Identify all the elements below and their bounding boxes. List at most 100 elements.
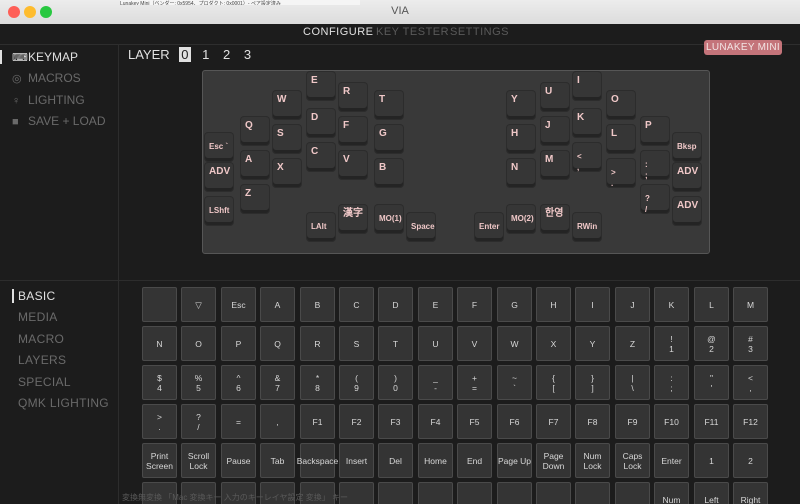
keymap-key[interactable]: A (241, 151, 269, 179)
keymap-key[interactable]: Y (507, 91, 535, 119)
keymap-key[interactable]: Q (241, 117, 269, 145)
keycode-button[interactable]: F9 (615, 404, 650, 439)
keycode-button[interactable]: End (457, 443, 492, 478)
keycode-button[interactable]: Num (654, 482, 689, 504)
keycode-button[interactable]: ? / (181, 404, 216, 439)
keycode-button[interactable]: G (497, 287, 532, 322)
keymap-key[interactable]: L (607, 125, 635, 153)
keymap-key[interactable]: C (307, 143, 335, 171)
keymap-key[interactable]: J (541, 117, 569, 145)
category-qmk-lighting[interactable]: QMK LIGHTING (18, 394, 109, 412)
keycode-button[interactable] (457, 482, 492, 504)
keycode-button[interactable]: D (378, 287, 413, 322)
keymap-key[interactable]: P (641, 117, 669, 145)
keycode-button[interactable]: I (575, 287, 610, 322)
sidebar-item-macros[interactable]: ◎ MACROS (12, 69, 81, 87)
keycode-button[interactable]: Page Down (536, 443, 571, 478)
keycode-button[interactable]: , (260, 404, 295, 439)
keycode-button[interactable]: ! 1 (654, 326, 689, 361)
keycode-button[interactable]: Right (733, 482, 768, 504)
keycode-button[interactable]: E (418, 287, 453, 322)
keycode-button[interactable]: _ - (418, 365, 453, 400)
keymap-key[interactable]: M (541, 151, 569, 179)
keymap-key[interactable]: W (273, 91, 301, 119)
keycode-button[interactable]: C (339, 287, 374, 322)
keymap-key[interactable]: Esc ` (205, 133, 233, 161)
keymap-key[interactable]: ADV (673, 163, 701, 191)
keycode-button[interactable]: F12 (733, 404, 768, 439)
keycode-button[interactable]: Z (615, 326, 650, 361)
keymap-key[interactable]: G (375, 125, 403, 153)
keycode-button[interactable]: Backspace (297, 443, 338, 478)
keycode-button[interactable]: J (615, 287, 650, 322)
category-media[interactable]: MEDIA (18, 308, 58, 326)
keycode-button[interactable]: { [ (536, 365, 571, 400)
keycode-button[interactable]: Num Lock (575, 443, 610, 478)
keycode-button[interactable]: B (300, 287, 335, 322)
keycode-button[interactable]: } ] (575, 365, 610, 400)
keycode-button[interactable]: A (260, 287, 295, 322)
tab-settings[interactable]: SETTINGS (450, 26, 509, 38)
keymap-key[interactable]: MO(1) (375, 205, 403, 233)
layer-2-button[interactable]: 2 (221, 47, 232, 62)
keycode-button[interactable]: " ' (694, 365, 729, 400)
keycode-button[interactable]: M (733, 287, 768, 322)
keymap-key[interactable]: H (507, 125, 535, 153)
keymap-key[interactable]: 한영 (541, 205, 569, 233)
keycode-button[interactable]: & 7 (260, 365, 295, 400)
keymap-key[interactable]: K (573, 109, 601, 137)
keycode-button[interactable]: Esc (221, 287, 256, 322)
keymap-key[interactable]: Space (407, 213, 435, 241)
layer-3-button[interactable]: 3 (242, 47, 253, 62)
keymap-key[interactable]: E (307, 72, 335, 100)
keycode-button[interactable]: F4 (418, 404, 453, 439)
keycode-button[interactable] (575, 482, 610, 504)
keycode-button[interactable]: W (497, 326, 532, 361)
keymap-key[interactable]: LShft (205, 197, 233, 225)
category-basic[interactable]: BASIC (12, 287, 56, 305)
keycode-button[interactable]: T (378, 326, 413, 361)
keycode-button[interactable]: Home (418, 443, 453, 478)
keymap-key[interactable]: X (273, 159, 301, 187)
keycode-button[interactable]: Enter (654, 443, 689, 478)
keycode-button[interactable]: Y (575, 326, 610, 361)
keycode-button[interactable]: U (418, 326, 453, 361)
keycode-button[interactable]: Tab (260, 443, 295, 478)
keymap-key[interactable]: D (307, 109, 335, 137)
keycode-button[interactable]: Pause (221, 443, 256, 478)
keymap-key[interactable]: ? / (641, 185, 669, 214)
category-layers[interactable]: LAYERS (18, 351, 66, 369)
keycode-button[interactable]: @ 2 (694, 326, 729, 361)
keycode-button[interactable]: Insert (339, 443, 374, 478)
keymap-key[interactable]: < , (573, 143, 601, 172)
keycode-button[interactable]: + = (457, 365, 492, 400)
keymap-key[interactable]: F (339, 117, 367, 145)
keymap-key[interactable]: ADV (673, 197, 701, 225)
keycode-button[interactable]: F5 (457, 404, 492, 439)
keycode-button[interactable]: Page Up (497, 443, 532, 478)
keycode-button[interactable]: F7 (536, 404, 571, 439)
keycode-button[interactable]: F11 (694, 404, 729, 439)
keymap-key[interactable]: R (339, 83, 367, 111)
category-special[interactable]: SPECIAL (18, 373, 71, 391)
keycode-button[interactable]: * 8 (300, 365, 335, 400)
keycode-button[interactable]: % 5 (181, 365, 216, 400)
keycode-button[interactable]: F8 (575, 404, 610, 439)
keycode-button[interactable]: N (142, 326, 177, 361)
keycode-button[interactable]: # 3 (733, 326, 768, 361)
keycode-button[interactable]: | \ (615, 365, 650, 400)
keycode-button[interactable] (536, 482, 571, 504)
keycode-button[interactable]: V (457, 326, 492, 361)
keycode-button[interactable]: F2 (339, 404, 374, 439)
keymap-key[interactable]: > . (607, 159, 635, 188)
layer-1-button[interactable]: 1 (200, 47, 211, 62)
keymap-key[interactable]: O (607, 91, 635, 119)
keycode-button[interactable]: $ 4 (142, 365, 177, 400)
keycode-button[interactable]: R (300, 326, 335, 361)
keymap-key[interactable]: ADV (205, 163, 233, 191)
keycode-button[interactable]: F6 (497, 404, 532, 439)
keymap-key[interactable]: LAlt (307, 213, 335, 241)
keymap-key[interactable]: MO(2) (507, 205, 535, 233)
keycode-button[interactable]: X (536, 326, 571, 361)
keymap-key[interactable]: B (375, 159, 403, 187)
